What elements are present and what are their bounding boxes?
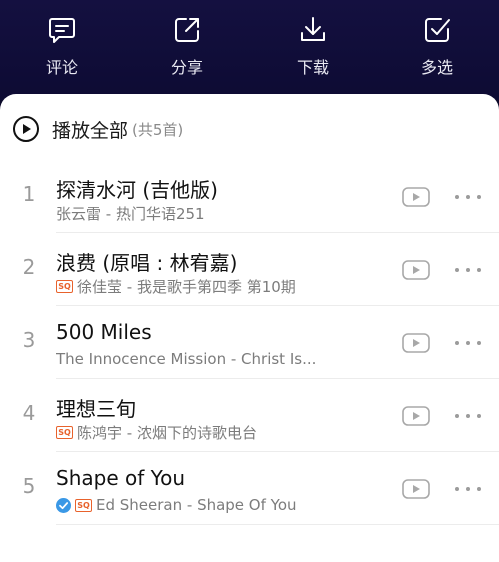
song-row[interactable]: 2 浪费 (原唱 : 林宥嘉) SQ 徐佳莹 - 我是歌手第四季 第10期 <box>0 233 499 306</box>
download-button[interactable]: 下载 <box>273 14 353 78</box>
more-options-icon[interactable] <box>453 260 483 280</box>
mv-play-icon[interactable] <box>402 187 430 207</box>
verified-icon <box>56 497 71 513</box>
row-divider <box>56 524 499 525</box>
song-subtitle: SQ 徐佳莹 - 我是歌手第四季 第10期 <box>56 277 296 296</box>
dot <box>477 268 481 272</box>
dot <box>477 341 481 345</box>
sq-badge: SQ <box>56 425 73 439</box>
multi-select-button[interactable]: 多选 <box>397 14 477 78</box>
song-index: 5 <box>22 474 36 498</box>
song-row[interactable]: 5 Shape of You SQ Ed Sheeran - Shape Of … <box>0 452 499 525</box>
song-subtitle: 张云雷 - 热门华语251 <box>56 204 205 223</box>
more-options-icon[interactable] <box>453 406 483 426</box>
dot <box>477 487 481 491</box>
artist-album: 徐佳莹 - 我是歌手第四季 第10期 <box>77 277 296 296</box>
mv-play-icon[interactable] <box>402 479 430 499</box>
dot <box>466 487 470 491</box>
dot <box>455 195 459 199</box>
multi-select-icon <box>425 18 450 42</box>
comment-button[interactable]: 评论 <box>22 14 102 78</box>
multi-select-label: 多选 <box>420 58 453 77</box>
song-list-sheet: 播放全部 (共5首) 1 探清水河 (吉他版) 张云雷 - 热门华语251 2 <box>0 94 499 562</box>
song-title: 理想三旬 <box>56 397 136 421</box>
comment-label: 评论 <box>45 58 78 77</box>
song-index: 3 <box>22 328 36 352</box>
more-options-icon[interactable] <box>453 187 483 207</box>
song-subtitle: SQ Ed Sheeran - Shape Of You <box>56 496 297 514</box>
download-icon <box>301 17 325 41</box>
more-options-icon[interactable] <box>453 479 483 499</box>
song-title: 探清水河 (吉他版) <box>56 178 218 202</box>
dot <box>466 195 470 199</box>
dot <box>466 341 470 345</box>
dot <box>455 414 459 418</box>
dot <box>477 414 481 418</box>
song-subtitle: SQ 陈鸿宇 - 浓烟下的诗歌电台 <box>56 423 257 442</box>
dot <box>455 341 459 345</box>
download-label: 下载 <box>296 58 329 77</box>
more-options-icon[interactable] <box>453 333 483 353</box>
song-row[interactable]: 3 500 Miles The Innocence Mission - Chri… <box>0 306 499 379</box>
song-index: 4 <box>22 401 36 425</box>
mv-play-icon[interactable] <box>402 406 430 426</box>
action-bar: 评论 分享 下载 多选 <box>0 0 499 100</box>
artist-album: Ed Sheeran - Shape Of You <box>96 496 297 514</box>
share-button[interactable]: 分享 <box>147 14 227 78</box>
song-title: 浪费 (原唱 : 林宥嘉) <box>56 251 238 275</box>
sq-badge: SQ <box>56 279 73 293</box>
song-title: 500 Miles <box>56 320 152 344</box>
play-all-button[interactable]: 播放全部 (共5首) <box>12 114 183 144</box>
share-label: 分享 <box>170 58 203 77</box>
mv-play-icon[interactable] <box>402 260 430 280</box>
song-row[interactable]: 4 理想三旬 SQ 陈鸿宇 - 浓烟下的诗歌电台 <box>0 379 499 452</box>
dot <box>455 487 459 491</box>
share-icon <box>175 18 199 42</box>
song-title: Shape of You <box>56 466 186 490</box>
song-row[interactable]: 1 探清水河 (吉他版) 张云雷 - 热门华语251 <box>0 160 499 233</box>
song-list: 1 探清水河 (吉他版) 张云雷 - 热门华语251 2 浪费 (原唱 : 林宥… <box>0 160 499 525</box>
song-subtitle: The Innocence Mission - Christ Is... <box>56 350 316 368</box>
artist-album: 张云雷 - 热门华语251 <box>56 204 205 223</box>
song-index: 2 <box>22 255 36 279</box>
mv-play-icon[interactable] <box>402 333 430 353</box>
comment-icon <box>49 18 75 43</box>
play-circle-icon <box>13 116 39 142</box>
dot <box>455 268 459 272</box>
artist-album: The Innocence Mission - Christ Is... <box>56 350 317 368</box>
song-index: 1 <box>22 182 36 206</box>
dot <box>466 414 470 418</box>
dot <box>477 195 481 199</box>
song-count: (共5首) <box>132 120 184 139</box>
sq-badge: SQ <box>75 498 92 512</box>
play-all-label: 播放全部 <box>52 119 129 142</box>
dot <box>466 268 470 272</box>
artist-album: 陈鸿宇 - 浓烟下的诗歌电台 <box>77 423 257 442</box>
